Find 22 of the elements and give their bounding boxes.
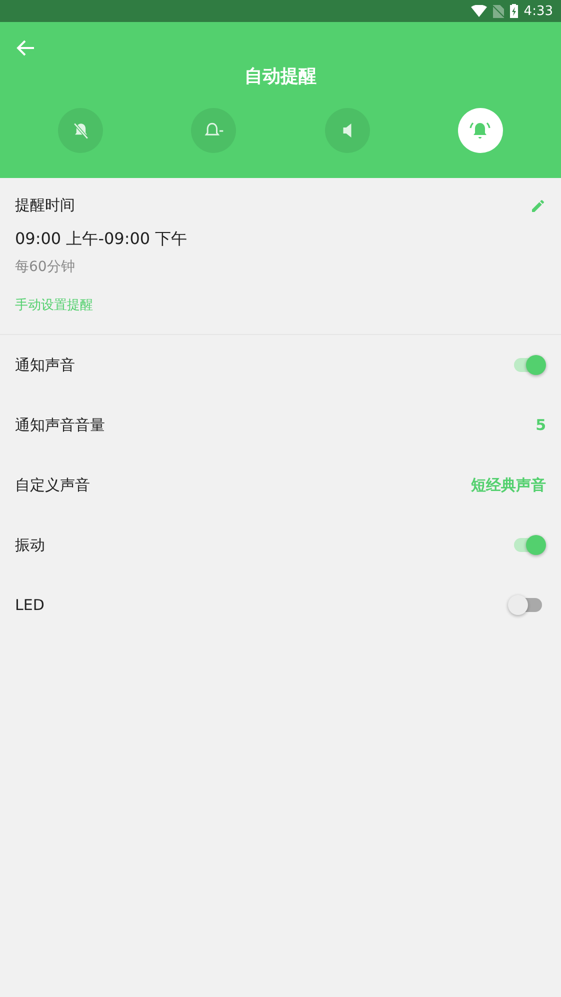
setting-value[interactable]: 5: [536, 416, 546, 434]
mode-button[interactable]: [458, 108, 503, 153]
setting-label: LED: [15, 596, 44, 614]
speaker-icon: [342, 123, 352, 138]
setting-label: 通知声音: [15, 356, 75, 374]
section-label: 提醒时间: [15, 196, 75, 215]
setting-label: 自定义声音: [15, 476, 90, 494]
setting-value[interactable]: 短经典声音: [471, 476, 546, 494]
time-range: 09:00 上午-09:00 下午: [15, 229, 188, 250]
setting-label: 振动: [15, 536, 45, 554]
clock-time: 4:33: [524, 4, 553, 18]
wifi-icon: [470, 5, 487, 17]
page-title: 自动提醒: [244, 65, 318, 88]
setting-label: 通知声音音量: [15, 416, 105, 434]
mode-button[interactable]: [324, 108, 370, 153]
battery-charging-icon: [510, 4, 518, 18]
manual-reminder-link[interactable]: 手动设置提醒: [15, 296, 93, 314]
mode-button[interactable]: [58, 108, 103, 153]
mode-button[interactable]: [191, 108, 236, 153]
no-sim-icon: [492, 4, 504, 18]
interval-text: 每60分钟: [15, 258, 76, 276]
edit-icon[interactable]: [530, 198, 546, 214]
